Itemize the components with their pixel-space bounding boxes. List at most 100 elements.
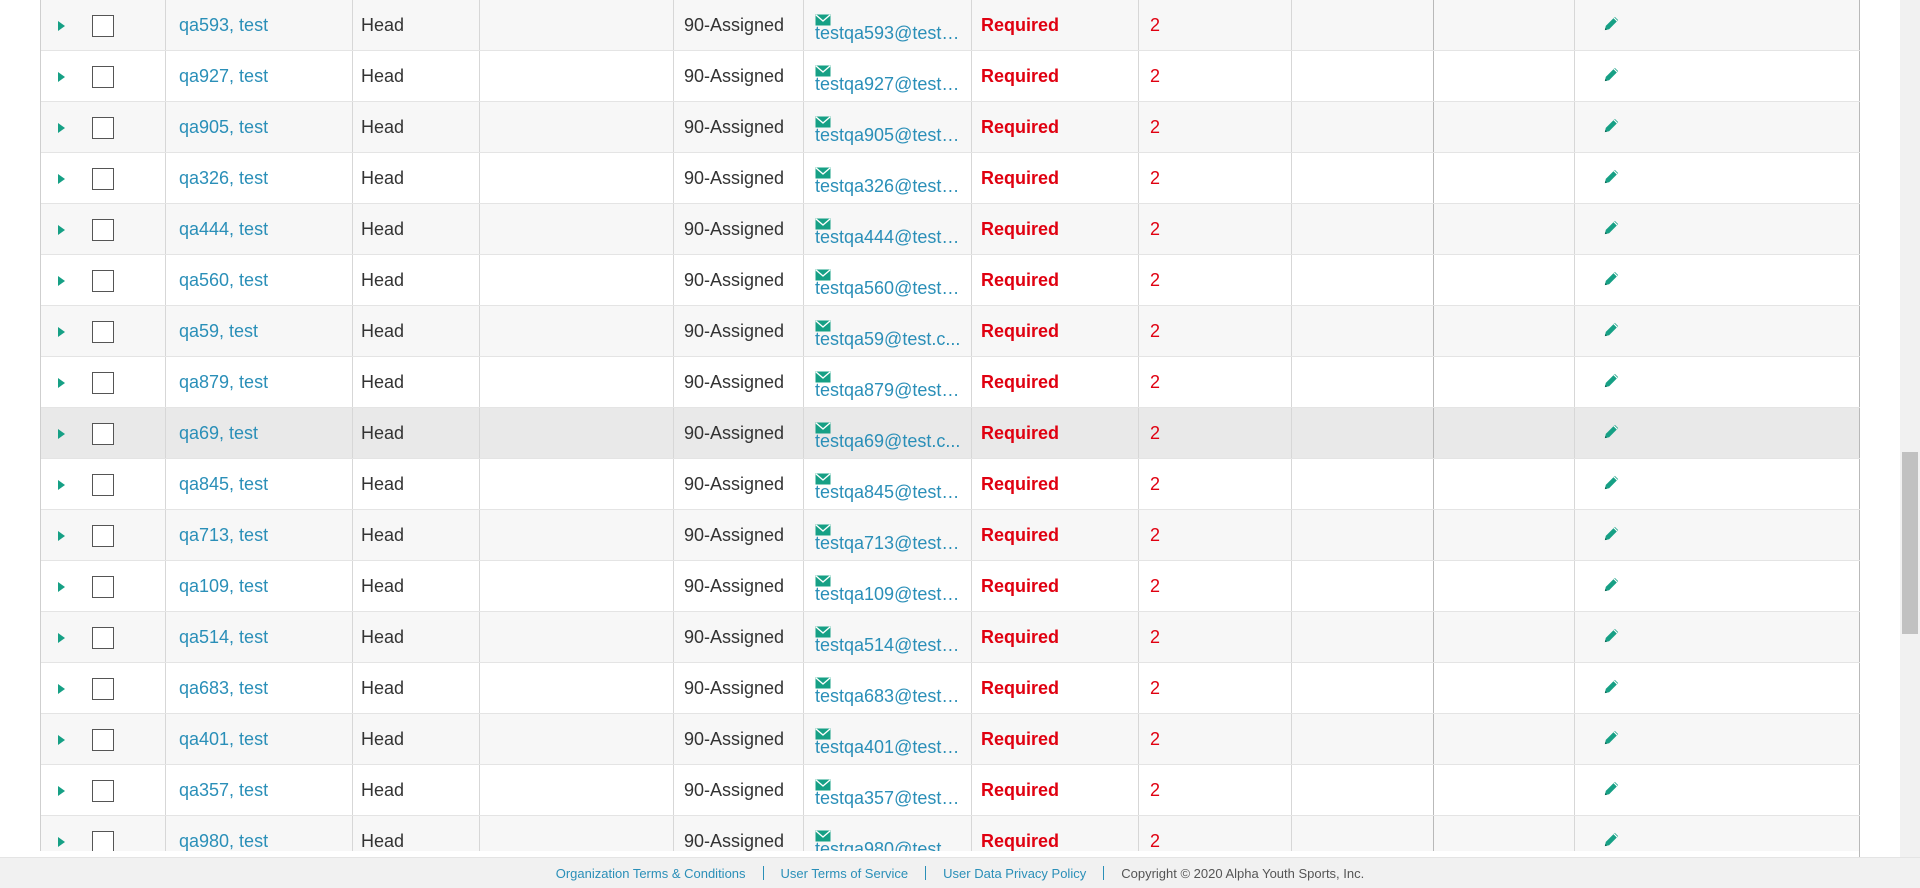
row-expander[interactable] <box>41 153 81 204</box>
table-row[interactable]: qa905, test Head 90-Assigned testqa905@test… <box>41 102 1860 153</box>
email-link[interactable]: testqa593@test.... <box>815 23 961 44</box>
row-expander[interactable] <box>41 612 81 663</box>
privacy-policy-link[interactable]: User Data Privacy Policy <box>926 866 1103 881</box>
email-link[interactable]: testqa905@test.... <box>815 125 961 146</box>
row-expander[interactable] <box>41 765 81 816</box>
row-expander[interactable] <box>41 714 81 765</box>
envelope-icon[interactable] <box>815 469 831 484</box>
edit-button[interactable] <box>1591 0 1631 51</box>
envelope-icon[interactable] <box>815 724 831 739</box>
member-name-link[interactable]: qa927, test <box>179 51 354 102</box>
email-link[interactable]: testqa845@test.... <box>815 482 961 503</box>
table-row[interactable]: qa357, test Head 90-Assigned testqa357@test… <box>41 765 1860 816</box>
vertical-scrollbar-thumb[interactable] <box>1902 452 1918 634</box>
email-link[interactable]: testqa59@test.c... <box>815 329 961 350</box>
edit-button[interactable] <box>1591 510 1631 561</box>
envelope-icon[interactable] <box>815 112 831 127</box>
row-expander[interactable] <box>41 0 81 51</box>
member-name-link[interactable]: qa560, test <box>179 255 354 306</box>
envelope-icon[interactable] <box>815 61 831 76</box>
member-name-link[interactable]: qa683, test <box>179 663 354 714</box>
member-name-link[interactable]: qa514, test <box>179 612 354 663</box>
email-link[interactable]: testqa927@test.... <box>815 74 961 95</box>
row-checkbox[interactable] <box>88 306 118 357</box>
edit-button[interactable] <box>1591 663 1631 714</box>
envelope-icon[interactable] <box>815 673 831 688</box>
email-link[interactable]: testqa713@test.... <box>815 533 961 554</box>
member-name-link[interactable]: qa326, test <box>179 153 354 204</box>
edit-button[interactable] <box>1591 102 1631 153</box>
envelope-icon[interactable] <box>815 622 831 637</box>
edit-button[interactable] <box>1591 408 1631 459</box>
vertical-scrollbar-track[interactable] <box>1900 0 1920 857</box>
table-row[interactable]: qa59, test Head 90-Assigned testqa59@test.c… <box>41 306 1860 357</box>
user-terms-link[interactable]: User Terms of Service <box>764 866 926 881</box>
row-checkbox[interactable] <box>88 765 118 816</box>
envelope-icon[interactable] <box>815 418 831 433</box>
row-checkbox[interactable] <box>88 510 118 561</box>
row-expander[interactable] <box>41 561 81 612</box>
edit-button[interactable] <box>1591 459 1631 510</box>
row-checkbox[interactable] <box>88 0 118 51</box>
edit-button[interactable] <box>1591 204 1631 255</box>
email-link[interactable]: testqa401@test.... <box>815 737 961 758</box>
edit-button[interactable] <box>1591 306 1631 357</box>
member-name-link[interactable]: qa593, test <box>179 0 354 51</box>
email-link[interactable]: testqa357@test.... <box>815 788 961 809</box>
table-row[interactable]: qa683, test Head 90-Assigned testqa683@test… <box>41 663 1860 714</box>
row-checkbox[interactable] <box>88 612 118 663</box>
edit-button[interactable] <box>1591 357 1631 408</box>
member-name-link[interactable]: qa109, test <box>179 561 354 612</box>
edit-button[interactable] <box>1591 255 1631 306</box>
member-name-link[interactable]: qa444, test <box>179 204 354 255</box>
edit-button[interactable] <box>1591 51 1631 102</box>
envelope-icon[interactable] <box>815 163 831 178</box>
table-row[interactable]: qa845, test Head 90-Assigned testqa845@test… <box>41 459 1860 510</box>
row-checkbox[interactable] <box>88 102 118 153</box>
row-checkbox[interactable] <box>88 663 118 714</box>
edit-button[interactable] <box>1591 561 1631 612</box>
table-row[interactable]: qa514, test Head 90-Assigned testqa514@test… <box>41 612 1860 663</box>
row-checkbox[interactable] <box>88 204 118 255</box>
table-row[interactable]: qa560, test Head 90-Assigned testqa560@test… <box>41 255 1860 306</box>
member-name-link[interactable]: qa401, test <box>179 714 354 765</box>
table-row[interactable]: qa444, test Head 90-Assigned testqa444@test… <box>41 204 1860 255</box>
envelope-icon[interactable] <box>815 214 831 229</box>
envelope-icon[interactable] <box>815 826 831 841</box>
email-link[interactable]: testqa683@test.... <box>815 686 961 707</box>
table-row[interactable]: qa927, test Head 90-Assigned testqa927@test… <box>41 51 1860 102</box>
row-expander[interactable] <box>41 306 81 357</box>
row-checkbox[interactable] <box>88 153 118 204</box>
envelope-icon[interactable] <box>815 520 831 535</box>
email-link[interactable]: testqa560@test.... <box>815 278 961 299</box>
row-expander[interactable] <box>41 51 81 102</box>
row-checkbox[interactable] <box>88 51 118 102</box>
email-link[interactable]: testqa879@test.... <box>815 380 961 401</box>
member-name-link[interactable]: qa59, test <box>179 306 354 357</box>
member-name-link[interactable]: qa845, test <box>179 459 354 510</box>
edit-button[interactable] <box>1591 714 1631 765</box>
row-expander[interactable] <box>41 663 81 714</box>
row-expander[interactable] <box>41 102 81 153</box>
envelope-icon[interactable] <box>815 367 831 382</box>
table-row[interactable]: qa69, test Head 90-Assigned testqa69@test.c… <box>41 408 1860 459</box>
email-link[interactable]: testqa326@test.... <box>815 176 961 197</box>
email-link[interactable]: testqa444@test.... <box>815 227 961 248</box>
row-expander[interactable] <box>41 510 81 561</box>
member-name-link[interactable]: qa713, test <box>179 510 354 561</box>
envelope-icon[interactable] <box>815 10 831 25</box>
member-name-link[interactable]: qa879, test <box>179 357 354 408</box>
table-row[interactable]: qa326, test Head 90-Assigned testqa326@test… <box>41 153 1860 204</box>
table-row[interactable]: qa401, test Head 90-Assigned testqa401@test… <box>41 714 1860 765</box>
edit-button[interactable] <box>1591 765 1631 816</box>
table-row[interactable]: qa879, test Head 90-Assigned testqa879@test… <box>41 357 1860 408</box>
envelope-icon[interactable] <box>815 775 831 790</box>
org-terms-link[interactable]: Organization Terms & Conditions <box>539 866 763 881</box>
table-row[interactable]: qa713, test Head 90-Assigned testqa713@test… <box>41 510 1860 561</box>
member-name-link[interactable]: qa357, test <box>179 765 354 816</box>
table-row[interactable]: qa109, test Head 90-Assigned testqa109@test… <box>41 561 1860 612</box>
row-expander[interactable] <box>41 459 81 510</box>
row-checkbox[interactable] <box>88 459 118 510</box>
row-expander[interactable] <box>41 408 81 459</box>
envelope-icon[interactable] <box>815 265 831 280</box>
